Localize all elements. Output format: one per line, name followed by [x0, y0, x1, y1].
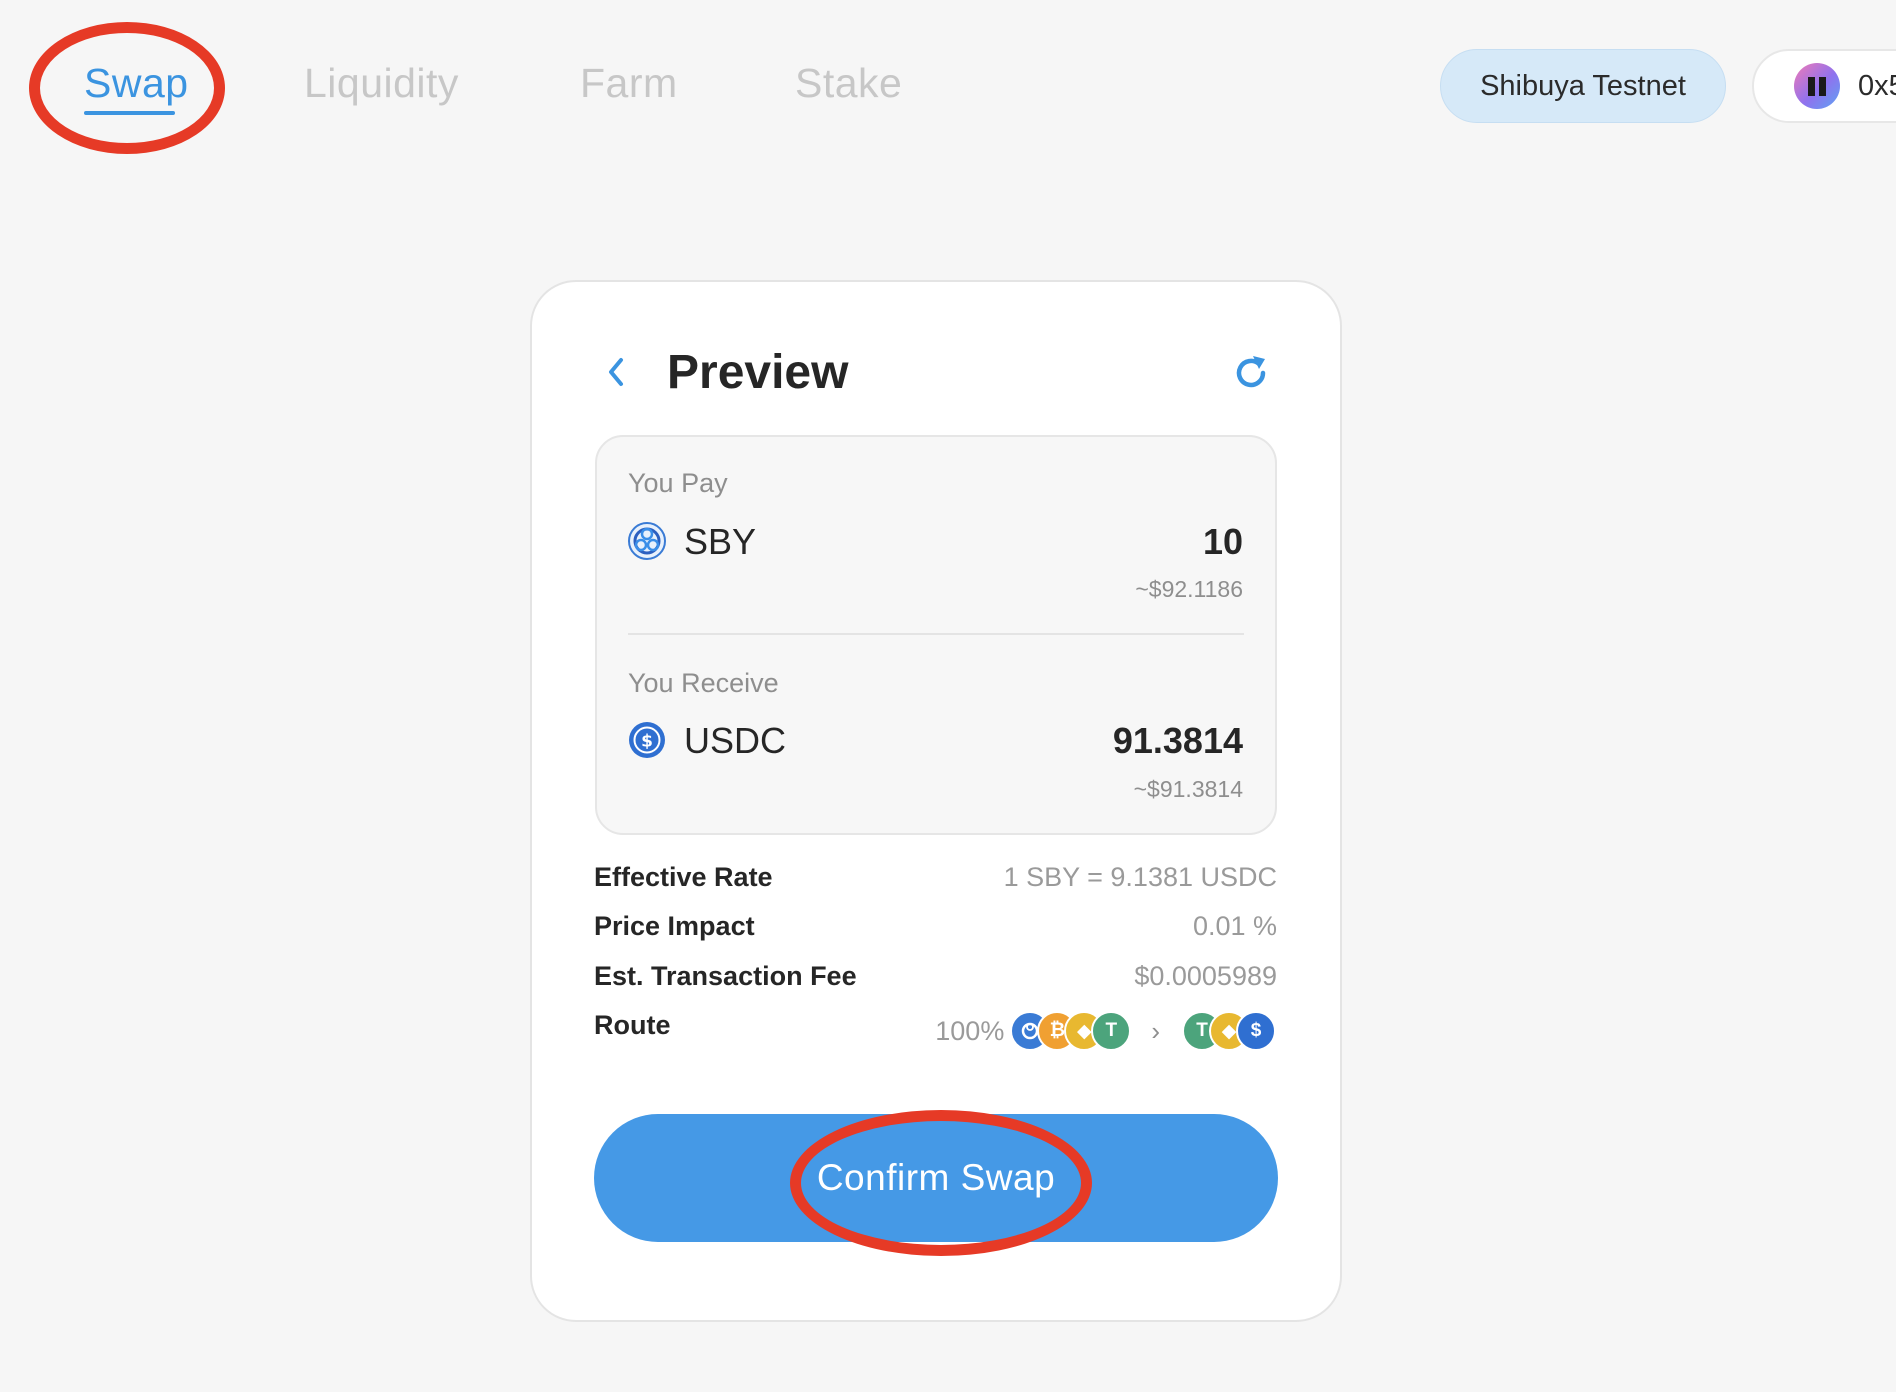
receive-token-symbol: USDC — [684, 720, 787, 761]
page-title: Preview — [667, 346, 849, 399]
nav-tab-farm[interactable]: Farm — [580, 60, 678, 107]
usdt-coin-icon: T — [1091, 1011, 1132, 1051]
pay-usd-value: ~$92.1186 — [1135, 576, 1243, 602]
effective-rate-value: 1 SBY = 9.1381 USDC — [1003, 862, 1277, 892]
receive-usd-value: ~$91.3814 — [1133, 776, 1243, 802]
nav-tab-swap-underline — [84, 111, 175, 115]
price-impact-label: Price Impact — [594, 911, 755, 941]
effective-rate-label: Effective Rate — [594, 862, 773, 892]
you-receive-label: You Receive — [628, 668, 779, 698]
route-label: Route — [594, 1010, 671, 1040]
price-impact-value: 0.01 % — [1192, 911, 1277, 941]
svg-text:$: $ — [641, 732, 653, 752]
nav-tab-swap[interactable]: Swap — [84, 60, 189, 107]
back-chevron-icon[interactable] — [601, 352, 631, 392]
route-path: 100% ₿ ◆ T › T ◆ $ — [935, 1011, 1276, 1051]
account-address: 0x5 — [1858, 69, 1896, 102]
token-divider — [628, 633, 1244, 635]
pay-token-symbol: SBY — [684, 521, 757, 562]
usdc-token-icon: $ — [629, 722, 665, 758]
network-selector[interactable]: Shibuya Testnet — [1440, 49, 1726, 123]
avatar — [1794, 63, 1840, 109]
usdc-coin-icon: $ — [1236, 1011, 1276, 1051]
account-button[interactable]: 0x5 — [1752, 49, 1896, 123]
network-label: Shibuya Testnet — [1480, 69, 1686, 102]
sby-token-icon — [628, 522, 666, 560]
fee-label: Est. Transaction Fee — [594, 961, 857, 991]
receive-amount: 91.3814 — [1112, 720, 1243, 761]
nav-tab-liquidity[interactable]: Liquidity — [304, 60, 459, 107]
confirm-swap-button[interactable]: Confirm Swap — [594, 1114, 1278, 1242]
route-separator: › — [1151, 1015, 1160, 1046]
route-percent: 100% — [935, 1015, 1005, 1046]
pay-amount: 10 — [1202, 521, 1243, 562]
fee-value: $0.0005989 — [1134, 961, 1277, 991]
you-pay-label: You Pay — [628, 468, 728, 498]
nav-tab-stake[interactable]: Stake — [795, 60, 902, 107]
refresh-icon[interactable] — [1230, 352, 1272, 394]
